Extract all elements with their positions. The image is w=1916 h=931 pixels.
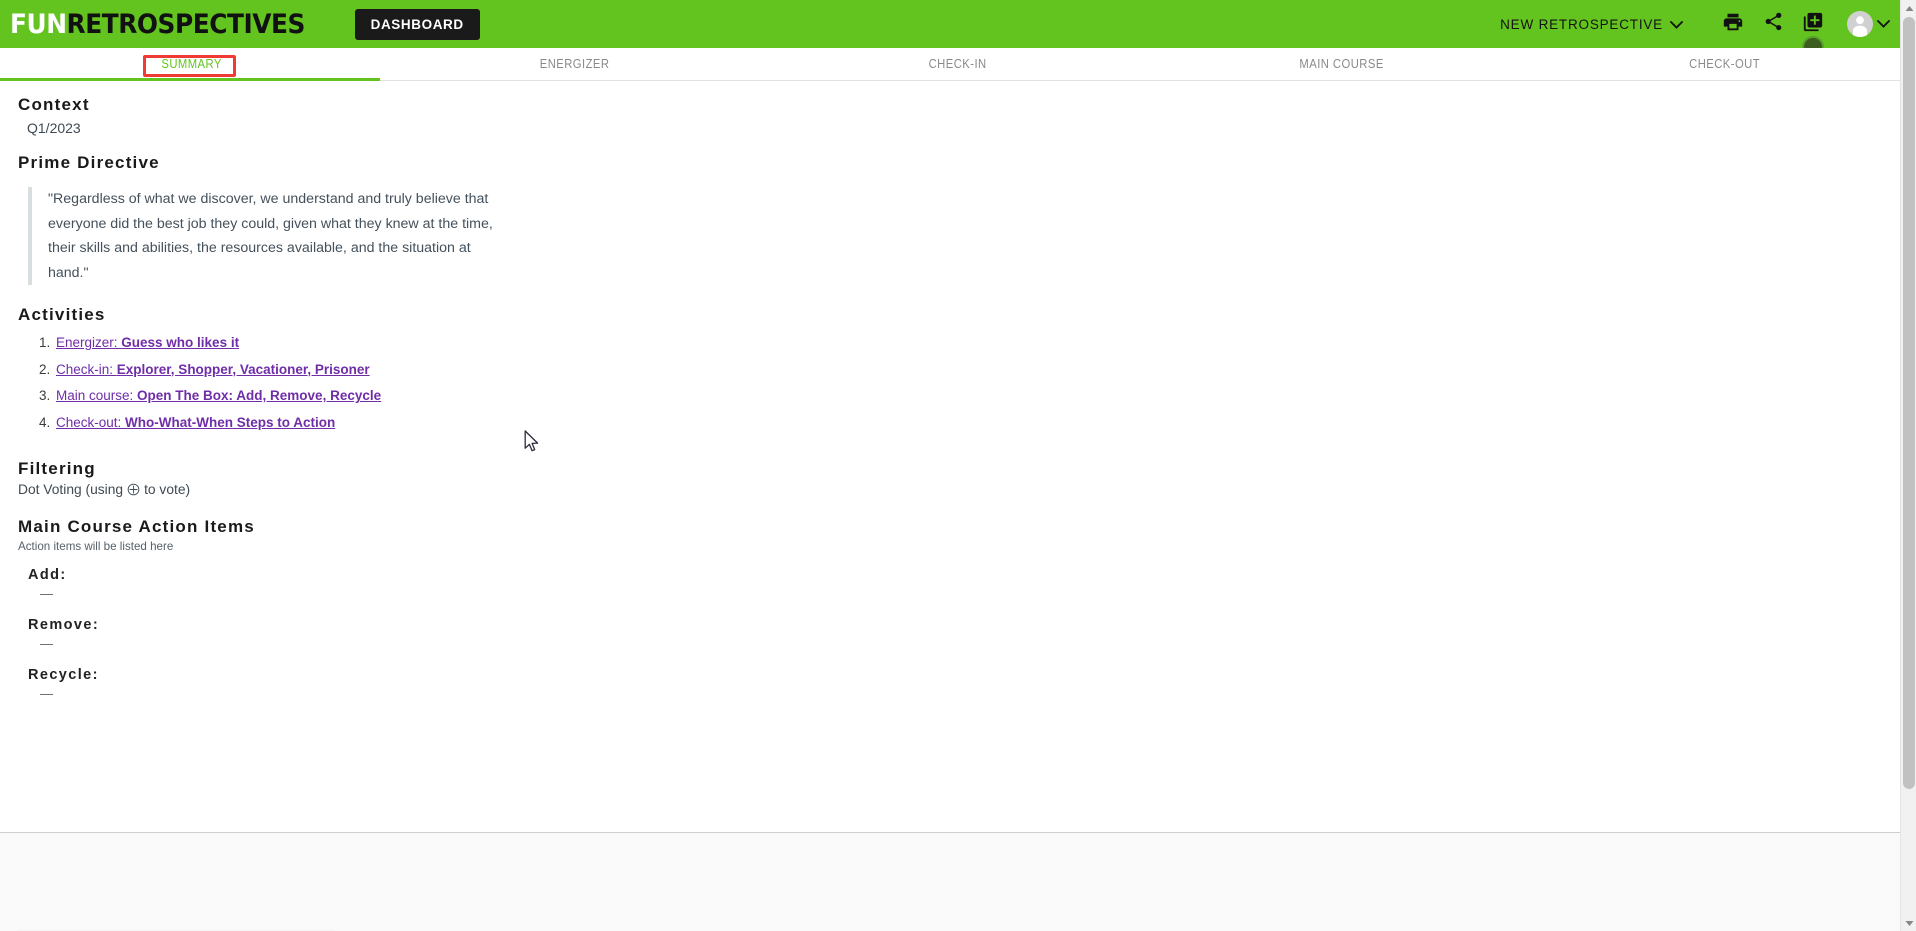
tab-check-out[interactable]: CHECK-OUT [1552, 57, 1897, 71]
summary-panel: Context Q1/2023 Prime Directive "Regardl… [0, 81, 1916, 833]
activity-prefix: Check-out: [56, 415, 125, 430]
app-logo[interactable]: FUNRETROSPECTIVES [10, 11, 305, 38]
activity-prefix: Check-in: [56, 362, 117, 377]
filtering-heading: Filtering [18, 459, 1916, 479]
context-heading: Context [18, 95, 1916, 115]
activity-prefix: Energizer: [56, 335, 121, 350]
header-actions: NEW RETROSPECTIVE [1500, 0, 1916, 48]
print-icon [1722, 11, 1744, 38]
tab-main-course[interactable]: MAIN COURSE [1169, 57, 1514, 71]
action-group-value-add: — [40, 585, 1916, 603]
page-footer-area: People Process Tools [0, 833, 1916, 931]
page-scrollbar[interactable] [1900, 0, 1916, 931]
action-group-label-remove: Remove: [28, 617, 1916, 633]
list-item: Check-in: Explorer, Shopper, Vacationer,… [54, 360, 1916, 381]
action-group-value-remove: — [40, 635, 1916, 653]
activity-name: Open The Box: Add, Remove, Recycle [137, 388, 381, 403]
filtering-description: Dot Voting (using to vote) [18, 482, 1916, 497]
activity-link-main-course[interactable]: Main course: Open The Box: Add, Remove, … [56, 388, 381, 403]
account-menu[interactable] [1847, 11, 1890, 37]
activities-heading: Activities [18, 305, 1916, 325]
logo-fun-text: FUN [10, 9, 67, 40]
retrospective-tabs: SUMMARY ENERGIZER CHECK-IN MAIN COURSE C… [0, 48, 1916, 81]
prime-directive-heading: Prime Directive [18, 153, 1916, 173]
action-group-label-add: Add: [28, 567, 1916, 583]
scroll-up-arrow-icon[interactable] [1901, 0, 1916, 16]
activities-list: Energizer: Guess who likes it Check-in: … [18, 333, 1916, 433]
vote-plus-circle-icon [127, 483, 140, 496]
action-items-note: Action items will be listed here [18, 540, 1916, 553]
activity-link-check-out[interactable]: Check-out: Who-What-When Steps to Action [56, 415, 335, 430]
context-value: Q1/2023 [27, 118, 1916, 139]
add-box-icon [1802, 11, 1824, 38]
action-group-label-recycle: Recycle: [28, 667, 1916, 683]
tab-energizer[interactable]: ENERGIZER [402, 57, 747, 71]
app-header: FUNRETROSPECTIVES DASHBOARD NEW RETROSPE… [0, 0, 1916, 48]
list-item: Main course: Open The Box: Add, Remove, … [54, 386, 1916, 407]
scrollbar-thumb[interactable] [1903, 17, 1915, 789]
scroll-down-arrow-icon[interactable] [1901, 915, 1916, 931]
avatar [1847, 11, 1873, 37]
tab-check-in[interactable]: CHECK-IN [786, 57, 1131, 71]
list-item: Check-out: Who-What-When Steps to Action [54, 413, 1916, 434]
new-retrospective-label: NEW RETROSPECTIVE [1500, 17, 1663, 32]
activity-name: Who-What-When Steps to Action [125, 415, 335, 430]
share-button[interactable] [1753, 0, 1793, 48]
filtering-text-after: to vote) [144, 482, 190, 497]
new-retrospective-menu[interactable]: NEW RETROSPECTIVE [1500, 17, 1683, 32]
filtering-text-before: Dot Voting (using [18, 482, 123, 497]
activity-prefix: Main course: [56, 388, 137, 403]
share-icon [1763, 11, 1784, 37]
logo-retrospectives-text: RETROSPECTIVES [67, 9, 305, 40]
print-button[interactable] [1713, 0, 1753, 48]
prime-directive-quote: "Regardless of what we discover, we unde… [28, 187, 513, 285]
tab-summary[interactable]: SUMMARY [19, 57, 364, 71]
dashboard-button[interactable]: DASHBOARD [355, 9, 480, 40]
add-retrospective-button[interactable] [1793, 0, 1833, 48]
activity-link-check-in[interactable]: Check-in: Explorer, Shopper, Vacationer,… [56, 362, 370, 377]
chevron-down-icon [1877, 15, 1890, 33]
chevron-down-icon [1670, 17, 1683, 32]
activity-name: Explorer, Shopper, Vacationer, Prisoner [117, 362, 370, 377]
action-items-heading: Main Course Action Items [18, 517, 1916, 537]
activity-link-energizer[interactable]: Energizer: Guess who likes it [56, 335, 239, 350]
action-group-value-recycle: — [40, 685, 1916, 703]
activity-name: Guess who likes it [121, 335, 239, 350]
list-item: Energizer: Guess who likes it [54, 333, 1916, 354]
